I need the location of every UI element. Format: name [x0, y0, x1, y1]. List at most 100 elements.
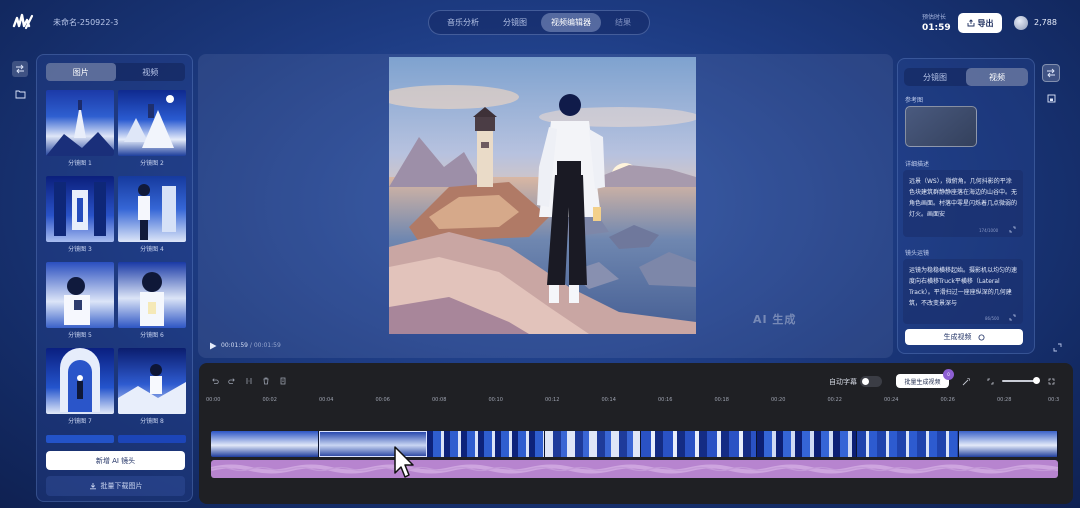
- folder-rail-button[interactable]: [12, 86, 28, 102]
- expand-field-icon[interactable]: [1009, 226, 1016, 233]
- export-button[interactable]: 导出: [958, 13, 1002, 33]
- ruler-tick: 00:12: [545, 397, 560, 403]
- generate-video-label: 生成视频: [943, 333, 972, 341]
- storyboard-thumbnail[interactable]: [118, 262, 186, 328]
- ruler-tick: 00:26: [940, 397, 955, 403]
- video-watermark: AI 生成: [753, 313, 797, 326]
- thumbnail-image: [64, 277, 90, 325]
- thumbnail-label: 分镜图 4: [140, 246, 164, 253]
- zoom-slider-handle[interactable]: [1033, 377, 1040, 384]
- save-panel-button[interactable]: [1042, 89, 1060, 107]
- ruler-tick: 00:06: [375, 397, 390, 403]
- ruler-tick: 00:3: [1048, 397, 1060, 403]
- video-frame-image: [389, 57, 696, 334]
- camera-movement-field[interactable]: 运镜为稳稳横移起始。摄影机以均匀的速度向右横移Truck平横移（Lateral …: [903, 259, 1023, 324]
- batch-download-label: 批量下载图片: [100, 482, 143, 490]
- storyboard-thumbnail[interactable]: [118, 90, 186, 156]
- audio-track[interactable]: [211, 460, 1058, 478]
- thumbnail-image: [54, 182, 106, 236]
- tab-shot-video[interactable]: 视频: [966, 68, 1028, 86]
- reference-image-label: 参考图: [905, 97, 924, 104]
- download-icon: [89, 483, 96, 490]
- camera-movement-label: 镜头运镜: [905, 250, 930, 257]
- magic-wand-icon[interactable]: [962, 377, 971, 386]
- expand-field-icon[interactable]: [1009, 314, 1016, 321]
- ruler-tick: 00:20: [771, 397, 786, 403]
- storyboard-thumbnail[interactable]: [46, 348, 114, 414]
- loading-spinner-icon: [978, 334, 984, 340]
- video-clip[interactable]: [427, 431, 545, 457]
- storyboard-thumbnail[interactable]: [46, 90, 114, 156]
- video-clip[interactable]: [545, 431, 641, 457]
- detail-description-text: 远景（WS），微俯角。几何抖影的平涂色块建筑群静静座落在海边的山谷中。无角色画面…: [909, 178, 1017, 218]
- video-clip[interactable]: [857, 431, 959, 457]
- project-name[interactable]: 未命名-250922-3: [53, 17, 118, 28]
- tab-shot-storyboard[interactable]: 分镜图: [904, 68, 966, 86]
- media-type-tabs: 图片 视频: [46, 63, 185, 81]
- ruler-tick: 00:04: [319, 397, 334, 403]
- generate-video-button[interactable]: 生成视频: [905, 329, 1023, 345]
- detail-description-label: 详细描述: [905, 161, 930, 168]
- copy-icon[interactable]: [279, 377, 287, 385]
- tab-storyboard[interactable]: 分镜图: [493, 13, 537, 32]
- thumbnail-image: [60, 348, 100, 412]
- storyboard-thumbnail[interactable]: [46, 435, 114, 443]
- storyboard-thumbnail[interactable]: [118, 435, 186, 443]
- storyboard-thumbnail[interactable]: [118, 176, 186, 242]
- tab-images[interactable]: 图片: [46, 63, 116, 81]
- export-label: 导出: [977, 18, 994, 28]
- delete-icon[interactable]: [262, 377, 270, 385]
- current-time: 00:01:59: [221, 342, 248, 349]
- detail-char-count: 174/1000: [979, 228, 999, 233]
- video-clip[interactable]: [959, 431, 1058, 457]
- thumbnail-image: [140, 272, 164, 326]
- zoom-fit-icon[interactable]: [987, 378, 994, 385]
- fullscreen-icon[interactable]: [1053, 343, 1062, 352]
- timeline-ruler[interactable]: 00:00 00:02 00:04 00:06 00:08 00:10 00:1…: [206, 397, 1060, 411]
- batch-download-button[interactable]: 批量下载图片: [46, 476, 185, 496]
- thumbnail-label: 分镜图 5: [68, 332, 92, 339]
- thumbnail-image: [138, 184, 176, 240]
- ruler-tick: 00:18: [714, 397, 729, 403]
- tab-music-analysis[interactable]: 音乐分析: [437, 13, 489, 32]
- storyboard-rail-button[interactable]: [12, 61, 28, 77]
- batch-generate-video-button[interactable]: 批量生成视频: [896, 374, 949, 388]
- mouse-cursor-icon: [394, 446, 414, 478]
- ruler-tick: 00:00: [206, 397, 221, 403]
- video-track[interactable]: [211, 431, 1058, 457]
- play-icon[interactable]: [209, 342, 217, 350]
- thumbnail-image: [124, 95, 174, 148]
- video-clip[interactable]: [211, 431, 319, 457]
- storyboard-thumbnail[interactable]: [118, 348, 186, 414]
- playback-time: 00:01:59 / 00:01:59: [221, 342, 281, 349]
- reference-image-slot[interactable]: [905, 106, 977, 147]
- folder-icon: [15, 90, 25, 99]
- camera-movement-text: 运镜为稳稳横移起始。摄影机以均匀的速度向右横移Truck平横移（Lateral …: [909, 267, 1017, 307]
- thumbnail-label: 分镜图 8: [140, 418, 164, 425]
- redo-icon[interactable]: [228, 377, 236, 385]
- ruler-tick: 00:14: [601, 397, 616, 403]
- thumbnail-image: [118, 364, 186, 414]
- tab-video-editor[interactable]: 视频编辑器: [541, 13, 601, 32]
- duration-value: 01:59: [922, 23, 951, 33]
- tab-videos[interactable]: 视频: [116, 63, 186, 81]
- thumbnail-label: 分镜图 1: [68, 160, 92, 167]
- video-preview[interactable]: [389, 57, 696, 334]
- add-ai-shot-button[interactable]: 新增 AI 镜头: [46, 451, 185, 470]
- tab-result[interactable]: 结果: [605, 13, 641, 32]
- ruler-tick: 00:02: [262, 397, 277, 403]
- split-icon[interactable]: [245, 377, 253, 385]
- thumbnail-image: [46, 100, 114, 156]
- fullscreen-icon[interactable]: [1048, 378, 1055, 385]
- video-clip[interactable]: [641, 431, 757, 457]
- undo-icon[interactable]: [211, 377, 219, 385]
- storyboard-thumbnail[interactable]: [46, 176, 114, 242]
- credit-balance: 2,788: [1034, 18, 1057, 27]
- shot-settings-tabs: 分镜图 视频: [904, 68, 1028, 86]
- detail-description-field[interactable]: 远景（WS），微俯角。几何抖影的平涂色块建筑群静静座落在海边的山谷中。无角色画面…: [903, 170, 1023, 237]
- duration-label: 预估时长: [922, 14, 947, 21]
- video-clip[interactable]: [757, 431, 857, 457]
- batch-count-badge: 0: [943, 369, 954, 380]
- storyboard-thumbnail[interactable]: [46, 262, 114, 328]
- swap-panel-button[interactable]: [1042, 64, 1060, 82]
